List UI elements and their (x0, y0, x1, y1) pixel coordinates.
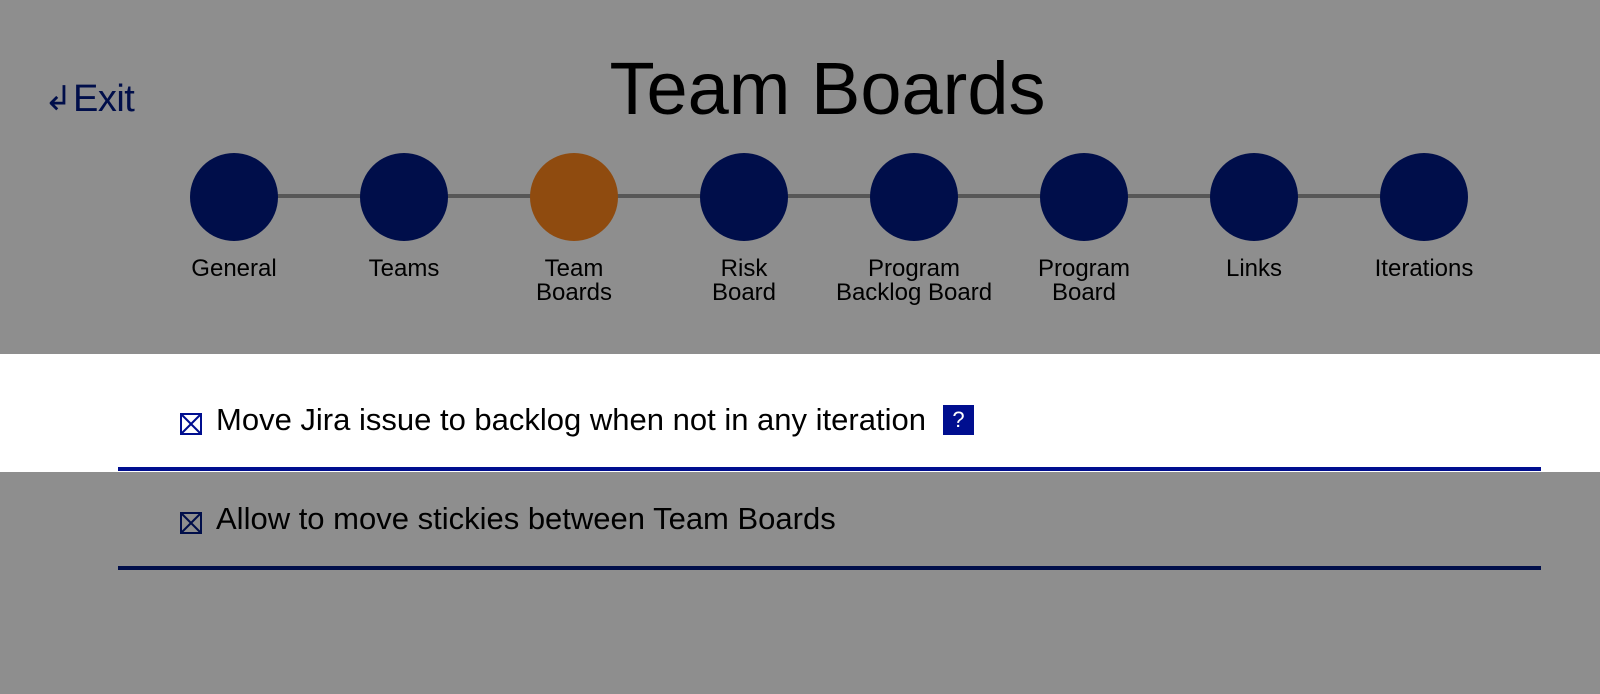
step-circle (1040, 153, 1128, 241)
checked-box-icon[interactable] (180, 409, 202, 435)
settings-page: ↲ Exit Team Boards General Teams Team Boa… (0, 0, 1600, 694)
step-circle (360, 153, 448, 241)
step-circle-active (530, 153, 618, 241)
step-circle (870, 153, 958, 241)
step-circle (1210, 153, 1298, 241)
step-circle (190, 153, 278, 241)
setting-move-stickies: Allow to move stickies between Team Boar… (180, 503, 836, 534)
checked-box-icon[interactable] (180, 508, 202, 534)
wizard-stepper: General Teams Team Boards Risk Board Progr (0, 0, 1600, 340)
step-circle (1380, 153, 1468, 241)
setting-move-jira-issue: Move Jira issue to backlog when not in a… (180, 404, 974, 435)
step-circle (700, 153, 788, 241)
question-mark-icon[interactable]: ? (942, 404, 974, 435)
step-iterations[interactable]: Iterations (1324, 153, 1524, 281)
divider (118, 566, 1541, 570)
setting-label: Move Jira issue to backlog when not in a… (216, 402, 926, 437)
setting-label: Allow to move stickies between Team Boar… (216, 501, 836, 536)
divider (118, 467, 1541, 471)
step-label: Iterations (1374, 255, 1474, 282)
